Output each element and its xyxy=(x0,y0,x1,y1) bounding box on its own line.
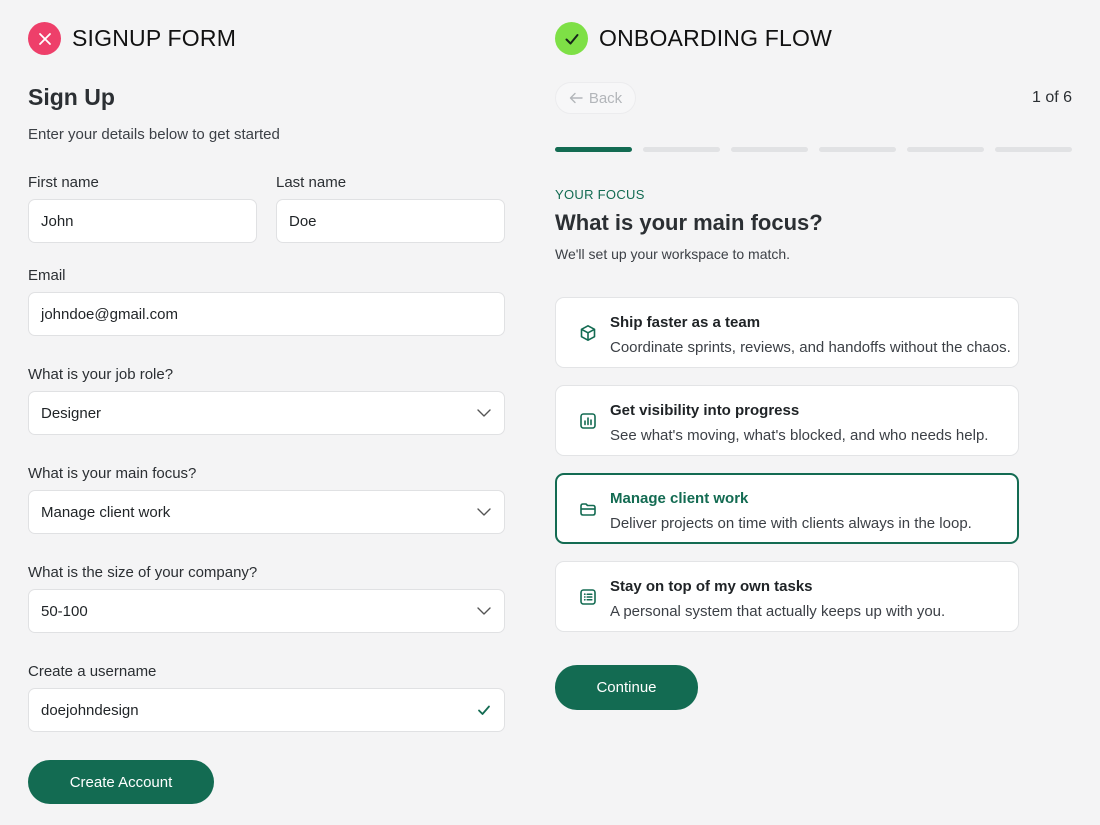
option-title: Manage client work xyxy=(610,490,749,507)
check-icon xyxy=(555,22,588,55)
box-icon xyxy=(580,325,596,341)
first-name-value: John xyxy=(41,212,74,230)
option-description: A personal system that actually keeps up… xyxy=(610,603,946,620)
create-account-button[interactable]: Create Account xyxy=(28,760,214,804)
last-name-value: Doe xyxy=(289,212,317,230)
arrow-left-icon xyxy=(569,92,583,104)
continue-button[interactable]: Continue xyxy=(555,665,698,710)
focus-option-own-tasks[interactable]: Stay on top of my own tasks A personal s… xyxy=(555,561,1019,632)
email-value: johndoe@gmail.com xyxy=(41,305,178,323)
step-progress-bar xyxy=(555,147,1072,152)
option-title: Ship faster as a team xyxy=(610,314,761,331)
company-size-select[interactable]: 50-100 xyxy=(28,589,505,633)
signup-section-header: SIGNUP FORM xyxy=(28,22,236,55)
close-icon xyxy=(28,22,61,55)
first-name-label: First name xyxy=(28,174,99,191)
form-title: Sign Up xyxy=(28,84,115,110)
chevron-down-icon xyxy=(477,409,491,417)
check-icon xyxy=(478,705,490,715)
email-field[interactable]: johndoe@gmail.com xyxy=(28,292,505,336)
username-label: Create a username xyxy=(28,663,157,680)
main-focus-value: Manage client work xyxy=(41,503,171,521)
main-focus-label: What is your main focus? xyxy=(28,465,197,482)
company-size-label: What is the size of your company? xyxy=(28,564,258,581)
step-eyebrow: YOUR FOCUS xyxy=(555,187,645,202)
progress-segment xyxy=(643,147,720,152)
option-title: Get visibility into progress xyxy=(610,402,800,419)
main-focus-select[interactable]: Manage client work xyxy=(28,490,505,534)
option-description: Deliver projects on time with clients al… xyxy=(610,515,972,532)
chevron-down-icon xyxy=(477,508,491,516)
email-label: Email xyxy=(28,267,66,284)
username-field[interactable]: doejohndesign xyxy=(28,688,505,732)
last-name-label: Last name xyxy=(276,174,347,191)
back-label: Back xyxy=(588,89,623,107)
progress-segment xyxy=(731,147,808,152)
progress-segment xyxy=(555,147,632,152)
option-description: Coordinate sprints, reviews, and handoff… xyxy=(610,339,1011,356)
form-subtitle: Enter your details below to get started xyxy=(28,126,280,143)
company-size-value: 50-100 xyxy=(41,602,88,620)
question-subtitle: We'll set up your workspace to match. xyxy=(555,246,791,262)
option-description: See what's moving, what's blocked, and w… xyxy=(610,427,989,444)
username-value: doejohndesign xyxy=(41,701,139,719)
job-role-value: Designer xyxy=(41,404,102,422)
job-role-label: What is your job role? xyxy=(28,366,174,383)
first-name-field[interactable]: John xyxy=(28,199,257,243)
signup-section-title: SIGNUP FORM xyxy=(72,25,237,51)
bar-chart-icon xyxy=(580,413,596,429)
chevron-down-icon xyxy=(477,607,491,615)
step-counter: 1 of 6 xyxy=(1031,89,1072,106)
last-name-field[interactable]: Doe xyxy=(276,199,505,243)
briefcase-icon xyxy=(580,503,596,516)
onboarding-section-header: ONBOARDING FLOW xyxy=(555,22,832,55)
onboarding-section-title: ONBOARDING FLOW xyxy=(599,25,833,51)
back-button[interactable]: Back xyxy=(555,82,636,114)
progress-segment xyxy=(995,147,1072,152)
question-title: What is your main focus? xyxy=(555,210,823,235)
job-role-select[interactable]: Designer xyxy=(28,391,505,435)
option-title: Stay on top of my own tasks xyxy=(610,578,813,595)
focus-option-ship-faster[interactable]: Ship faster as a team Coordinate sprints… xyxy=(555,297,1019,368)
checklist-icon xyxy=(580,589,596,605)
progress-segment xyxy=(819,147,896,152)
progress-segment xyxy=(907,147,984,152)
focus-option-visibility[interactable]: Get visibility into progress See what's … xyxy=(555,385,1019,456)
focus-option-client-work[interactable]: Manage client work Deliver projects on t… xyxy=(555,473,1019,544)
